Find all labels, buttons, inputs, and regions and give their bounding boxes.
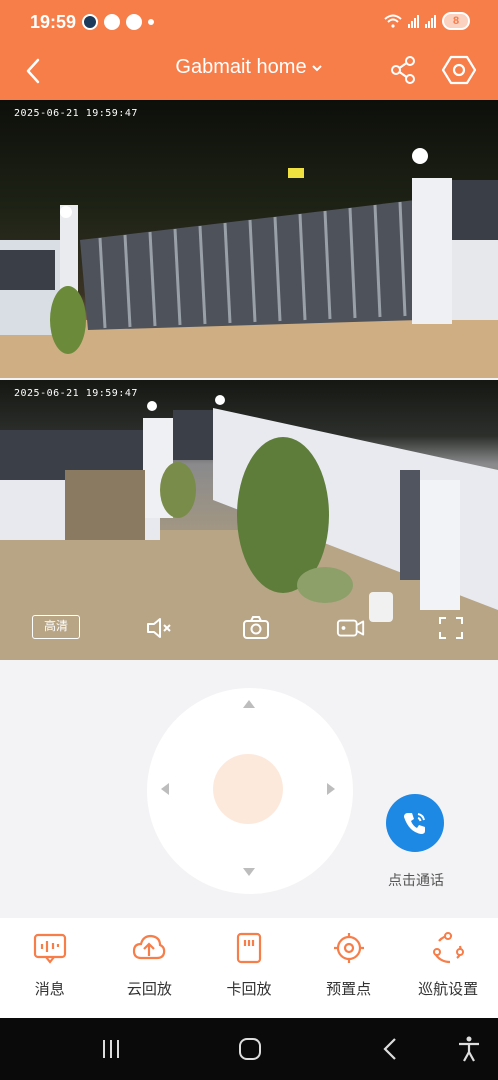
device-selector[interactable]: Gabmait home xyxy=(0,56,498,79)
system-nav-bar xyxy=(0,1018,498,1080)
wifi-icon xyxy=(384,14,402,28)
recent-apps-icon[interactable] xyxy=(96,1034,126,1064)
cruise-icon xyxy=(433,932,465,964)
system-icons: 8 xyxy=(384,12,470,30)
target-icon xyxy=(333,933,364,963)
tab-cruise-settings[interactable]: 巡航设置 xyxy=(398,918,498,1018)
accessibility-icon[interactable] xyxy=(454,1034,484,1064)
bottom-tab-bar: 消息 云回放 卡回放 预置点 巡航设置 xyxy=(0,918,498,1018)
tab-label: 巡航设置 xyxy=(418,981,479,998)
tab-label: 消息 xyxy=(34,981,65,998)
pan-down-icon[interactable] xyxy=(243,868,255,876)
phone-icon xyxy=(404,813,425,834)
tab-messages[interactable]: 消息 xyxy=(0,918,100,1018)
joystick-handle[interactable] xyxy=(213,754,283,824)
whatsapp-icon xyxy=(104,14,120,30)
message-icon xyxy=(33,933,66,964)
record-video-icon[interactable] xyxy=(336,614,366,642)
camera-timestamp: 2025-06-21 19:59:47 xyxy=(14,108,138,119)
call-button[interactable] xyxy=(386,794,444,852)
mute-icon[interactable] xyxy=(144,614,174,642)
more-notifications-icon xyxy=(148,19,154,25)
back-nav-icon[interactable] xyxy=(376,1034,406,1064)
tab-label: 卡回放 xyxy=(226,981,272,998)
fullscreen-icon[interactable] xyxy=(436,614,466,642)
pan-up-icon[interactable] xyxy=(243,700,255,708)
tab-cloud-playback[interactable]: 云回放 xyxy=(100,918,200,1018)
status-bar: 19:59 8 xyxy=(0,0,498,44)
signal-icon-2 xyxy=(425,14,436,28)
pan-right-icon[interactable] xyxy=(327,783,335,795)
camera-feed-1[interactable]: 2025-06-21 19:59:47 xyxy=(0,100,498,378)
tab-label: 云回放 xyxy=(126,981,172,998)
settings-icon[interactable] xyxy=(440,52,478,88)
app-notification-icon xyxy=(82,14,98,30)
gate-scene-image xyxy=(0,148,498,378)
tab-presets[interactable]: 预置点 xyxy=(299,918,399,1018)
tab-card-playback[interactable]: 卡回放 xyxy=(199,918,299,1018)
notification-icons xyxy=(82,14,154,30)
call-label: 点击通话 xyxy=(388,872,444,888)
camera-snapshot-icon[interactable] xyxy=(241,614,271,642)
chevron-down-icon xyxy=(311,65,322,72)
chat-icon xyxy=(126,14,142,30)
signal-icon xyxy=(408,14,419,28)
status-time: 19:59 xyxy=(30,12,77,32)
quality-button[interactable]: 高清 xyxy=(32,615,80,639)
cloud-upload-icon xyxy=(133,934,166,960)
battery-icon: 8 xyxy=(442,12,470,30)
camera-timestamp: 2025-06-21 19:59:47 xyxy=(14,388,138,399)
pan-left-icon[interactable] xyxy=(161,783,169,795)
home-icon[interactable] xyxy=(235,1034,265,1064)
share-icon[interactable] xyxy=(386,52,422,88)
ptz-joystick[interactable] xyxy=(147,688,353,894)
page-title: Gabmait home xyxy=(175,56,307,78)
app-header: 19:59 8 Gabmait home xyxy=(0,0,498,100)
camera-controls: 高清 xyxy=(0,610,498,646)
tab-label: 预置点 xyxy=(326,981,372,998)
sd-card-icon xyxy=(236,932,262,964)
title-bar: Gabmait home xyxy=(0,46,498,96)
